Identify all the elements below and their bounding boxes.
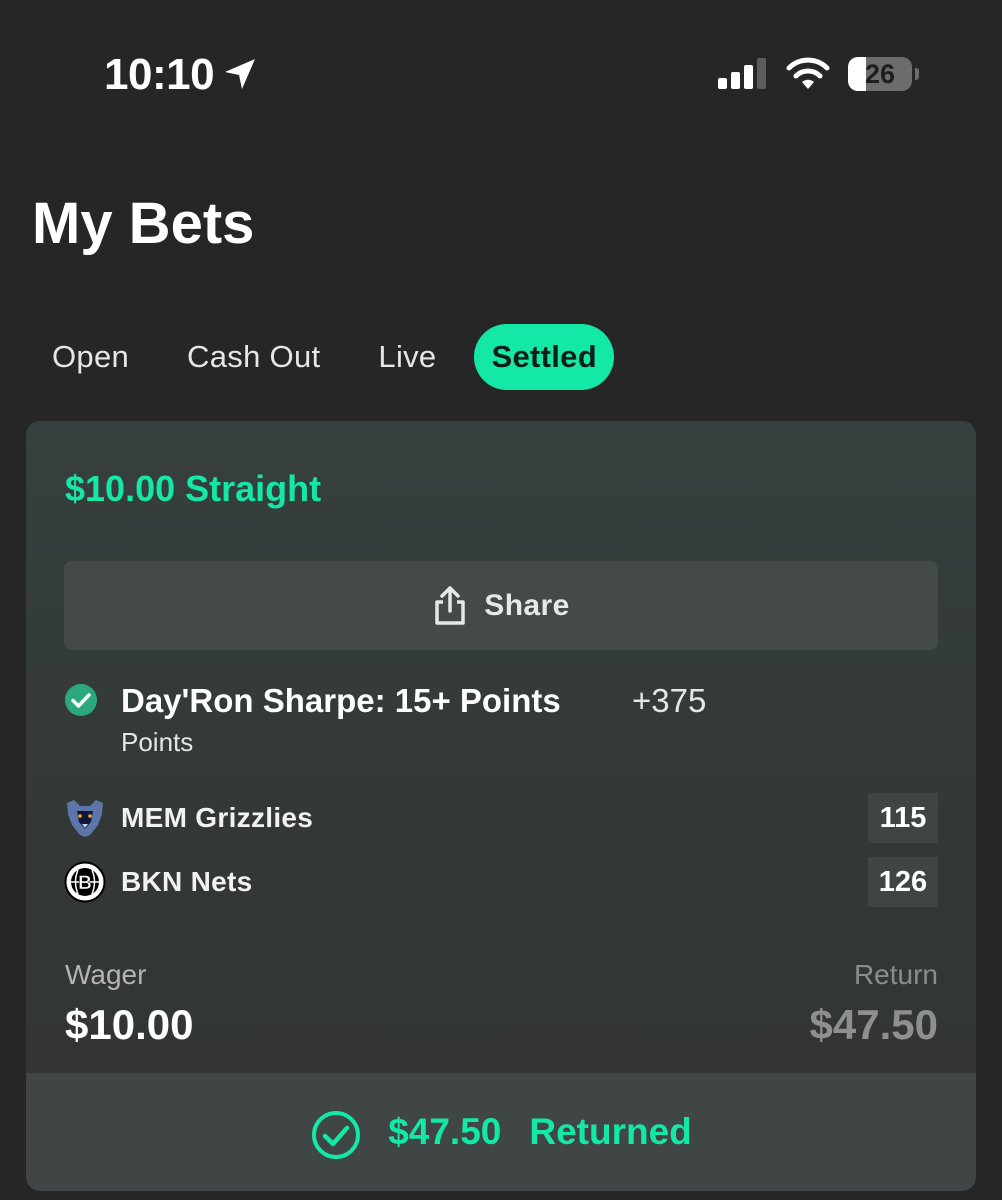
status-time: 10:10 bbox=[104, 50, 215, 99]
team-name: BKN Nets bbox=[121, 866, 253, 897]
bet-tabs: Open Cash Out Live Settled bbox=[32, 324, 632, 390]
team-score: 115 bbox=[868, 793, 938, 843]
cellular-signal-icon bbox=[718, 58, 766, 89]
battery-tip bbox=[915, 68, 919, 80]
team-score: 126 bbox=[868, 857, 938, 907]
svg-text:B: B bbox=[78, 873, 92, 894]
bet-card[interactable]: $10.00 Straight Share Day'Ron Sharpe: 15… bbox=[26, 421, 976, 1191]
share-icon bbox=[435, 585, 466, 625]
grizzlies-logo-icon bbox=[67, 800, 103, 837]
tab-settled[interactable]: Settled bbox=[474, 324, 614, 390]
check-circle-outline-icon bbox=[312, 1111, 361, 1159]
team-row: MEM Grizzlies 115 bbox=[64, 793, 938, 843]
returned-banner: $47.50 Returned bbox=[26, 1073, 976, 1191]
tab-live[interactable]: Live bbox=[358, 324, 456, 390]
nets-logo-icon: B bbox=[64, 861, 106, 903]
tab-cash-out[interactable]: Cash Out bbox=[167, 324, 340, 390]
team-row: B BKN Nets 126 bbox=[64, 857, 938, 907]
market-label: Points bbox=[121, 727, 194, 757]
selection-name: Day'Ron Sharpe: 15+ Points bbox=[121, 682, 561, 719]
returned-label: Returned bbox=[529, 1111, 692, 1152]
return-label: Return bbox=[853, 959, 938, 990]
page-title: My Bets bbox=[32, 191, 255, 256]
wager-label: Wager bbox=[65, 959, 147, 990]
status-bar: 10:10 26 bbox=[0, 0, 1002, 140]
returned-amount: $47.50 bbox=[388, 1111, 502, 1152]
share-button[interactable]: Share bbox=[64, 561, 938, 650]
bet-header: $10.00 Straight bbox=[65, 468, 322, 509]
location-arrow-icon bbox=[225, 59, 255, 89]
wager-value: $10.00 bbox=[65, 1001, 194, 1048]
share-label: Share bbox=[484, 588, 570, 622]
wifi-icon bbox=[786, 57, 830, 89]
tab-open[interactable]: Open bbox=[32, 324, 149, 390]
selection-odds: +375 bbox=[632, 682, 707, 719]
check-circle-icon bbox=[65, 684, 97, 716]
return-value: $47.50 bbox=[809, 1001, 938, 1048]
battery-level: 26 bbox=[864, 59, 896, 89]
team-name: MEM Grizzlies bbox=[121, 802, 314, 833]
